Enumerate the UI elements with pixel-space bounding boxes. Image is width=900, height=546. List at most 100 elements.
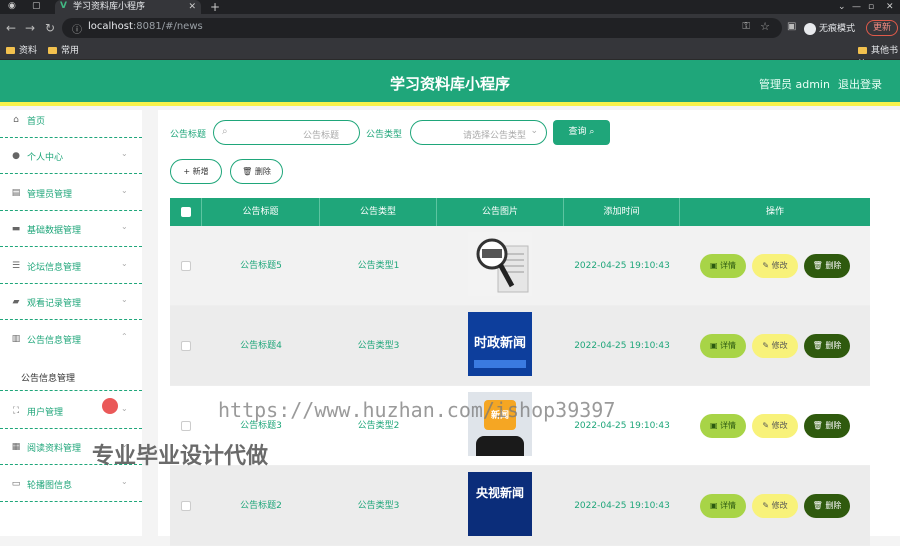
type-select-placeholder: 请选择公告类型 <box>462 131 526 141</box>
doc-icon: ▣ <box>709 261 718 270</box>
header-time: 添加时间 <box>564 198 680 226</box>
row-checkbox[interactable] <box>181 421 191 431</box>
chevron-down-icon: ⌄ <box>121 186 128 195</box>
title-search-input[interactable]: ⌕ 公告标题 <box>213 120 360 145</box>
delete-button[interactable]: 🗑 删除 <box>804 334 850 358</box>
bookmark-folder-2[interactable]: 常用 <box>48 44 79 58</box>
row-checkbox[interactable] <box>181 341 191 351</box>
plus-icon: + <box>183 167 191 176</box>
sidebar-item-carousel[interactable]: ▭ 轮播图信息 ⌄ <box>0 466 142 502</box>
home-icon: ⌂ <box>13 115 19 125</box>
vue-favicon-icon: V <box>60 1 67 11</box>
row-checkbox[interactable] <box>181 261 191 271</box>
sidebar-item-personal-center[interactable]: ● 个人中心 ⌄ <box>0 138 142 174</box>
delete-button[interactable]: 🗑 删除 <box>804 254 850 278</box>
header-select-all[interactable] <box>170 198 202 226</box>
table-row: 公告标题5 公告类型1 2022-04-25 19:10:43 ▣ 详情 ✎ 修… <box>170 226 870 306</box>
chevron-down-icon: ⌄ <box>121 295 128 304</box>
sidebar-item-watch-records[interactable]: ▰ 观看记录管理 ⌄ <box>0 284 142 320</box>
chat-icon: ▬ <box>11 224 21 234</box>
detail-button[interactable]: ▣ 详情 <box>700 414 746 438</box>
select-all-checkbox[interactable] <box>181 207 191 217</box>
monitor-icon: ▭ <box>11 479 21 489</box>
chevron-down-icon: ⌄ <box>121 149 128 158</box>
row-title: 公告标题2 <box>240 501 282 511</box>
trash-icon: 🗑 <box>242 167 253 176</box>
detail-button[interactable]: ▣ 详情 <box>700 494 746 518</box>
clipboard-icon: ▥ <box>11 334 21 344</box>
notice-image-news-magnifier <box>468 232 532 296</box>
promo-text: 专业毕业设计代做 <box>92 444 269 469</box>
url-input[interactable]: ⓘ localhost:8081/#/news ⚿ ☆ <box>62 18 782 38</box>
query-label: 查询 <box>568 127 587 137</box>
sidebar-item-admin[interactable]: ▤ 管理员管理 ⌄ <box>0 175 142 211</box>
sidebar-item-users[interactable]: ⛶ 用户管理 ⌄ <box>0 393 142 429</box>
browser-menu-icon[interactable]: ◉ <box>8 1 16 11</box>
folder-icon <box>6 47 15 54</box>
site-info-icon[interactable]: ⓘ <box>72 21 82 36</box>
reload-icon[interactable]: ↻ <box>45 21 55 35</box>
sidebar-item-forum[interactable]: ☰ 论坛信息管理 ⌄ <box>0 248 142 284</box>
doc-icon: ▣ <box>709 421 718 430</box>
delete-button[interactable]: 🗑 删除 <box>804 414 850 438</box>
trash-icon: 🗑 <box>812 261 823 270</box>
chevron-down-icon: ⌄ <box>121 404 128 413</box>
doc-icon: ▦ <box>11 442 21 452</box>
sidebar-item-label: 基础数据管理 <box>27 226 82 236</box>
sidebar-subitem-label: 公告信息管理 <box>21 374 76 384</box>
admin-label: 管理员 admin <box>759 78 830 91</box>
pencil-icon: ✎ <box>762 261 770 270</box>
close-tab-icon[interactable]: ✕ <box>188 0 196 14</box>
table-header: 公告标题 公告类型 公告图片 添加时间 操作 <box>170 198 870 226</box>
batch-delete-button[interactable]: 🗑 删除 <box>230 159 283 184</box>
row-time: 2022-04-25 19:10:43 <box>574 341 670 351</box>
chevron-down-icon: ⌄ <box>121 222 128 231</box>
sidebar-item-label: 公告信息管理 <box>27 336 82 346</box>
edit-button[interactable]: ✎ 修改 <box>752 254 798 278</box>
sidebar: ⌂ 首页 ● 个人中心 ⌄ ▤ 管理员管理 ⌄ ▬ 基础数据管理 ⌄ ☰ 论坛信… <box>0 110 142 536</box>
add-button[interactable]: + 新增 <box>170 159 222 184</box>
edit-button[interactable]: ✎ 修改 <box>752 414 798 438</box>
close-window-icon[interactable]: ✕ <box>886 0 894 14</box>
maximize-icon[interactable]: ▫ <box>868 0 874 14</box>
forward-icon[interactable]: → <box>25 21 35 35</box>
sidebar-subitem-notice-management[interactable]: 公告信息管理 <box>0 361 142 391</box>
image-caption: 时政新闻 <box>473 336 526 351</box>
query-button[interactable]: 查询 ⌕ <box>553 120 610 145</box>
tab-strip-icon[interactable]: ▢ <box>32 1 41 11</box>
sidebar-item-label: 轮播图信息 <box>27 481 73 491</box>
edit-button[interactable]: ✎ 修改 <box>752 494 798 518</box>
detail-button[interactable]: ▣ 详情 <box>700 334 746 358</box>
delete-button[interactable]: 🗑 删除 <box>804 494 850 518</box>
detail-button[interactable]: ▣ 详情 <box>700 254 746 278</box>
header-type: 公告类型 <box>320 198 437 226</box>
sidebar-item-label: 首页 <box>27 117 46 127</box>
tab-title: 学习资料库小程序 <box>73 2 146 12</box>
type-select[interactable]: 请选择公告类型 ⌄ <box>410 120 547 145</box>
sidebar-item-label: 个人中心 <box>27 153 64 163</box>
new-tab-icon[interactable]: + <box>210 0 220 14</box>
back-icon[interactable]: ← <box>6 21 16 35</box>
side-panel-icon[interactable]: ▣ <box>787 21 796 32</box>
logout-link[interactable]: 退出登录 <box>838 76 882 92</box>
bookmark-folder-1[interactable]: 资料 <box>6 44 37 58</box>
incognito-profile[interactable]: 无痕模式 <box>804 21 855 35</box>
sidebar-item-notices[interactable]: ▥ 公告信息管理 ⌃ <box>0 321 142 357</box>
folder-icon <box>858 47 867 54</box>
briefcase-icon: ▰ <box>12 297 20 307</box>
sidebar-item-home[interactable]: ⌂ 首页 <box>0 102 142 138</box>
minimize-icon[interactable]: — <box>852 0 861 14</box>
chevron-down-icon[interactable]: ⌄ <box>838 0 846 14</box>
edit-button[interactable]: ✎ 修改 <box>752 334 798 358</box>
table-row: 公告标题4 公告类型3 时政新闻 2022-04-25 19:10:43 ▣ 详… <box>170 306 870 386</box>
row-time: 2022-04-25 19:10:43 <box>574 261 670 271</box>
key-icon[interactable]: ⚿ <box>742 21 750 32</box>
chevron-down-icon: ⌄ <box>121 477 128 486</box>
browser-tab[interactable]: V 学习资料库小程序 ✕ <box>55 0 201 14</box>
chevron-up-icon: ⌃ <box>121 332 128 341</box>
bookmark-star-icon[interactable]: ☆ <box>760 20 770 33</box>
row-checkbox[interactable] <box>181 501 191 511</box>
update-button[interactable]: 更新 <box>866 20 899 36</box>
header-image: 公告图片 <box>437 198 564 226</box>
sidebar-item-basic-data[interactable]: ▬ 基础数据管理 ⌄ <box>0 211 142 247</box>
